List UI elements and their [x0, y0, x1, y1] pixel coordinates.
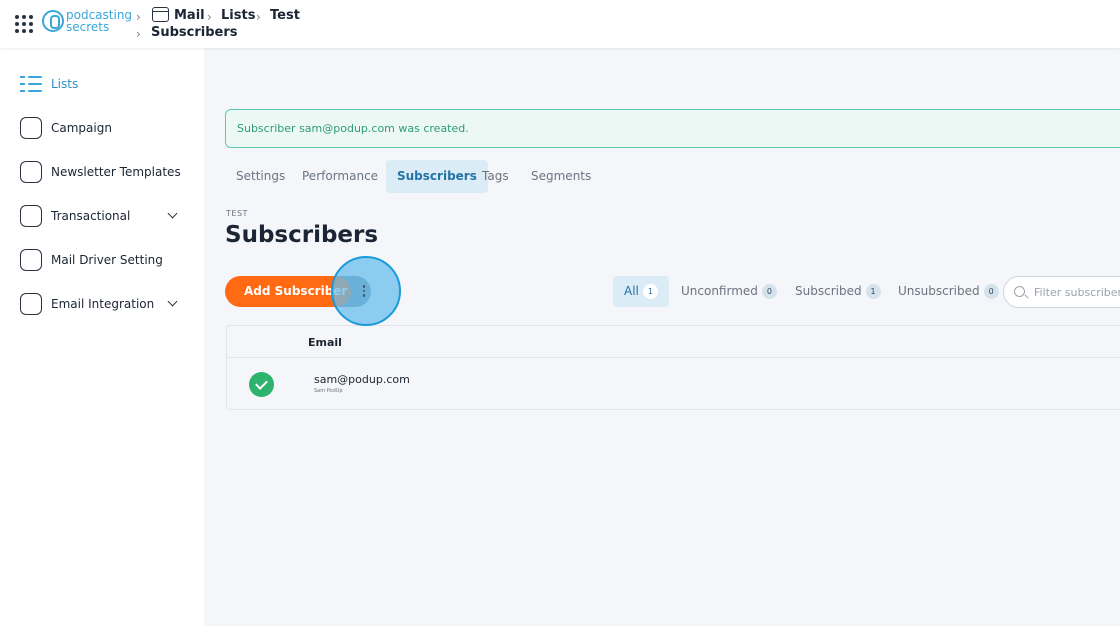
- sidebar-item-label: Lists: [51, 77, 79, 91]
- sidebar: Lists Campaign Newsletter Templates Tran…: [0, 48, 204, 626]
- newsletter-icon: [20, 161, 42, 183]
- count-badge: 1: [865, 284, 881, 299]
- filter-search-box[interactable]: [1003, 276, 1120, 308]
- column-header-email[interactable]: Email: [308, 336, 342, 349]
- sidebar-item-campaign[interactable]: Campaign: [20, 116, 190, 142]
- breadcrumb-mail[interactable]: Mail: [174, 8, 205, 23]
- filter-all[interactable]: All 1: [613, 276, 669, 307]
- count-badge: 0: [983, 284, 999, 299]
- filter-unsubscribed[interactable]: Unsubscribed 0: [887, 276, 1010, 307]
- chevron-down-icon[interactable]: [167, 208, 178, 219]
- check-circle-icon: [249, 372, 274, 397]
- list-caption: TEST: [226, 209, 248, 218]
- breadcrumb-subscribers: Subscribers: [151, 25, 238, 40]
- search-icon: [1014, 286, 1025, 297]
- success-alert: Subscriber sam@podup.com was created.: [225, 109, 1120, 148]
- breadcrumb-lists[interactable]: Lists: [221, 8, 255, 23]
- filter-label: Subscribed: [795, 284, 862, 298]
- filter-unconfirmed[interactable]: Unconfirmed 0: [670, 276, 788, 307]
- subscriber-name: Sam PodUp: [314, 388, 343, 394]
- sidebar-item-label: Transactional: [51, 209, 131, 223]
- sidebar-item-label: Email Integration: [51, 297, 155, 311]
- inbox-icon: [20, 205, 42, 227]
- sidebar-item-newsletter-templates[interactable]: Newsletter Templates: [20, 160, 190, 186]
- filter-label: Unconfirmed: [681, 284, 758, 298]
- filter-label: Unsubscribed: [898, 284, 980, 298]
- count-badge: 1: [642, 284, 658, 299]
- mail-driver-icon: [20, 249, 42, 271]
- list-icon: [20, 73, 42, 95]
- tab-tags[interactable]: Tags: [471, 160, 520, 193]
- more-vertical-icon[interactable]: [362, 285, 366, 299]
- sidebar-item-email-integration[interactable]: Email Integration: [20, 292, 190, 318]
- top-bar: podcasting secrets › Mail › Lists › Test…: [0, 0, 1120, 48]
- breadcrumb-separator-icon: ›: [256, 10, 261, 24]
- count-badge: 0: [761, 284, 777, 299]
- alert-message: Subscriber sam@podup.com was created.: [237, 122, 469, 135]
- sidebar-item-mail-driver-setting[interactable]: Mail Driver Setting: [20, 248, 190, 274]
- breadcrumb-separator-icon: ›: [207, 10, 212, 24]
- microphone-logo-icon: [42, 10, 64, 32]
- click-highlight: [331, 256, 401, 326]
- sidebar-item-lists[interactable]: Lists: [20, 72, 190, 98]
- sidebar-item-label: Newsletter Templates: [51, 165, 181, 179]
- filter-subscribed[interactable]: Subscribed 1: [784, 276, 892, 307]
- breadcrumb-test[interactable]: Test: [270, 8, 300, 23]
- tab-segments[interactable]: Segments: [520, 160, 602, 193]
- table-header: Email: [227, 326, 1120, 358]
- mail-icon: [152, 7, 169, 22]
- sidebar-item-label: Mail Driver Setting: [51, 253, 163, 267]
- page-title: Subscribers: [225, 222, 379, 248]
- subscriber-email[interactable]: sam@podup.com: [314, 373, 410, 386]
- logo-text-bottom: secrets: [66, 20, 110, 34]
- breadcrumb-separator-icon: ›: [136, 10, 141, 24]
- tab-performance[interactable]: Performance: [291, 160, 389, 193]
- sidebar-item-label: Campaign: [51, 121, 112, 135]
- apps-grid-icon[interactable]: [15, 15, 33, 33]
- search-input[interactable]: [1034, 284, 1120, 300]
- tab-settings[interactable]: Settings: [225, 160, 296, 193]
- integration-icon: [20, 293, 42, 315]
- logo[interactable]: podcasting secrets: [42, 8, 132, 36]
- megaphone-icon: [20, 117, 42, 139]
- table-row[interactable]: sam@podup.com Sam PodUp: [227, 359, 1120, 410]
- breadcrumb-separator-icon: ›: [136, 27, 141, 41]
- chevron-down-icon[interactable]: [167, 296, 178, 307]
- subscribers-table: Email sam@podup.com Sam PodUp: [226, 325, 1120, 410]
- filter-label: All: [624, 284, 639, 298]
- sidebar-item-transactional[interactable]: Transactional: [20, 204, 190, 230]
